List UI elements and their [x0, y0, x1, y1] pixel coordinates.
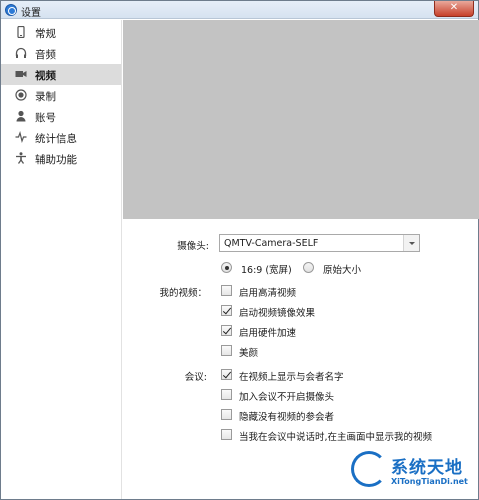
ratio-original-label: 原始大小 [323, 265, 362, 276]
hide-no-video-label: 隐藏没有视频的参会者 [239, 412, 335, 423]
record-icon [15, 89, 27, 101]
sidebar: 常规 音频 视频 录制 账号 统计信息 辅助功能 [1, 20, 122, 499]
chevron-down-icon[interactable] [403, 235, 419, 251]
sidebar-item-general[interactable]: 常规 [1, 22, 121, 43]
title-bar: 设置 ✕ [1, 1, 478, 19]
beauty-label: 美颜 [239, 348, 259, 359]
sidebar-item-label: 常规 [35, 28, 56, 40]
sidebar-item-label: 统计信息 [35, 133, 77, 145]
sidebar-item-accessibility[interactable]: 辅助功能 [1, 148, 121, 169]
headphones-icon [15, 47, 27, 59]
beauty-checkbox[interactable] [221, 345, 232, 356]
phone-icon [15, 25, 27, 39]
ratio-16-9-radio[interactable] [221, 262, 232, 273]
accessibility-icon [15, 152, 27, 164]
sidebar-item-label: 视频 [35, 70, 56, 82]
camera-label: 摄像头: [177, 241, 209, 252]
camera-off-join-checkbox[interactable] [221, 389, 232, 400]
camera-select[interactable]: QMTV-Camera-SELF [219, 234, 420, 252]
sidebar-item-audio[interactable]: 音频 [1, 43, 121, 64]
app-logo-icon [5, 4, 17, 16]
mirror-video-label: 启动视频镜像效果 [239, 308, 316, 319]
pulse-icon [15, 130, 27, 144]
hide-no-video-checkbox[interactable] [221, 409, 232, 420]
my-video-label: 我的视频： [159, 288, 207, 299]
watermark-logo-icon [351, 451, 387, 487]
sidebar-item-label: 录制 [35, 91, 56, 103]
watermark-url: XiTongTianDi.net [391, 477, 468, 486]
meeting-label: 会议: [184, 372, 207, 383]
show-names-label: 在视频上显示与会者名字 [239, 372, 344, 383]
sidebar-item-video[interactable]: 视频 [1, 64, 121, 85]
settings-window: 设置 ✕ 常规 音频 视频 录制 账号 统计信息 辅助功能 摄像头: QMTV-… [0, 0, 479, 500]
hardware-accel-checkbox[interactable] [221, 325, 232, 336]
hd-video-label: 启用高清视频 [239, 288, 297, 299]
sidebar-item-statistics[interactable]: 统计信息 [1, 127, 121, 148]
sidebar-item-label: 辅助功能 [35, 154, 77, 166]
sidebar-item-label: 账号 [35, 112, 56, 124]
ratio-16-9-label: 16:9 (宽屏) [241, 265, 292, 276]
close-button[interactable]: ✕ [434, 1, 474, 17]
video-preview [123, 20, 479, 219]
show-self-speaking-label: 当我在会议中说话时,在主画面中显示我的视频 [239, 432, 433, 443]
camera-icon [15, 68, 27, 80]
watermark: 系统天地 XiTongTianDi.net [351, 447, 479, 497]
show-names-checkbox[interactable] [221, 369, 232, 380]
sidebar-item-label: 音频 [35, 49, 56, 61]
watermark-text: 系统天地 [391, 458, 463, 478]
ratio-original-radio[interactable] [303, 262, 314, 273]
sidebar-item-account[interactable]: 账号 [1, 106, 121, 127]
mirror-video-checkbox[interactable] [221, 305, 232, 316]
camera-off-join-label: 加入会议不开启摄像头 [239, 392, 335, 403]
show-self-speaking-checkbox[interactable] [221, 429, 232, 440]
sidebar-item-record[interactable]: 录制 [1, 85, 121, 106]
hd-video-checkbox[interactable] [221, 285, 232, 296]
user-icon [15, 110, 27, 122]
camera-select-value: QMTV-Camera-SELF [224, 238, 319, 249]
window-title: 设置 [21, 8, 41, 19]
hardware-accel-label: 启用硬件加速 [239, 328, 297, 339]
